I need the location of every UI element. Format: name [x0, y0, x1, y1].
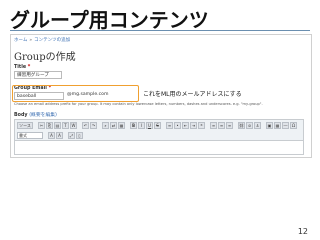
slide-title: グループ用コンテンツ — [10, 8, 209, 32]
format-select[interactable]: 書式 — [17, 132, 43, 139]
source-button[interactable]: ソース — [17, 122, 33, 129]
image-icon[interactable]: ▣ — [266, 122, 273, 129]
redo-icon[interactable]: ↷ — [90, 122, 97, 129]
toolbar-row-1: ソース ✂ ⎘ ▤ T W ↶ ↷ ⌕ ⇄ ▦ B I U S ≡ • ⇤ ⇥ … — [17, 121, 297, 130]
unlink-icon[interactable]: ⊘ — [246, 122, 253, 129]
table-icon[interactable]: ▦ — [274, 122, 281, 129]
breadcrumb-add-content-link[interactable]: コンテンツの追加 — [34, 38, 70, 43]
find-icon[interactable]: ⌕ — [102, 122, 109, 129]
breadcrumb: ホーム» コンテンツの追加 — [14, 37, 70, 43]
italic-icon[interactable]: I — [138, 122, 145, 129]
text-color-icon[interactable]: A — [48, 132, 55, 139]
maximize-icon[interactable]: ⤢ — [68, 132, 75, 139]
editor-toolbar: ソース ✂ ⎘ ▤ T W ↶ ↷ ⌕ ⇄ ▦ B I U S ≡ • ⇤ ⇥ … — [14, 119, 304, 141]
numbered-list-icon[interactable]: ≡ — [166, 122, 173, 129]
show-blocks-icon[interactable]: ▯ — [76, 132, 83, 139]
replace-icon[interactable]: ⇄ — [110, 122, 117, 129]
title-input[interactable]: 練習用グループ — [14, 71, 62, 79]
strike-icon[interactable]: S — [154, 122, 161, 129]
underline-icon[interactable]: U — [146, 122, 153, 129]
cut-icon[interactable]: ✂ — [38, 122, 45, 129]
align-center-icon[interactable]: ≡ — [218, 122, 225, 129]
body-editor-area[interactable] — [14, 141, 304, 155]
align-left-icon[interactable]: ≡ — [210, 122, 217, 129]
callout-annotation: これをML用のメールアドレスにする — [143, 91, 242, 98]
group-email-description: Choose an email address prefix for your … — [14, 102, 263, 106]
email-highlight-box — [12, 85, 139, 102]
blockquote-icon[interactable]: ❝ — [198, 122, 205, 129]
select-all-icon[interactable]: ▦ — [118, 122, 125, 129]
bg-color-icon[interactable]: A — [56, 132, 63, 139]
body-label: Body (概要を編集) — [14, 113, 57, 118]
toolbar-row-2: 書式 A A ⤢ ▯ — [17, 131, 83, 140]
breadcrumb-separator: » — [29, 38, 33, 43]
link-icon[interactable]: ⛓ — [238, 122, 245, 129]
anchor-icon[interactable]: ⚓ — [254, 122, 261, 129]
indent-icon[interactable]: ⇥ — [190, 122, 197, 129]
bold-icon[interactable]: B — [130, 122, 137, 129]
breadcrumb-home-link[interactable]: ホーム — [14, 38, 27, 43]
edit-summary-link[interactable]: (概要を編集) — [29, 113, 57, 118]
special-char-icon[interactable]: Ω — [290, 122, 297, 129]
align-right-icon[interactable]: ≡ — [226, 122, 233, 129]
title-divider — [10, 30, 310, 31]
paste-word-icon[interactable]: W — [70, 122, 77, 129]
hr-icon[interactable]: ― — [282, 122, 289, 129]
undo-icon[interactable]: ↶ — [82, 122, 89, 129]
copy-icon[interactable]: ⎘ — [46, 122, 53, 129]
paste-text-icon[interactable]: T — [62, 122, 69, 129]
page-number: 12 — [297, 227, 308, 236]
paste-icon[interactable]: ▤ — [54, 122, 61, 129]
title-label: Title * — [14, 65, 31, 70]
outdent-icon[interactable]: ⇤ — [182, 122, 189, 129]
bullet-list-icon[interactable]: • — [174, 122, 181, 129]
screenshot-panel: ホーム» コンテンツの追加 Groupの作成 Title * 練習用グループ Gr… — [10, 34, 312, 158]
page-title: Groupの作成 — [14, 52, 76, 63]
